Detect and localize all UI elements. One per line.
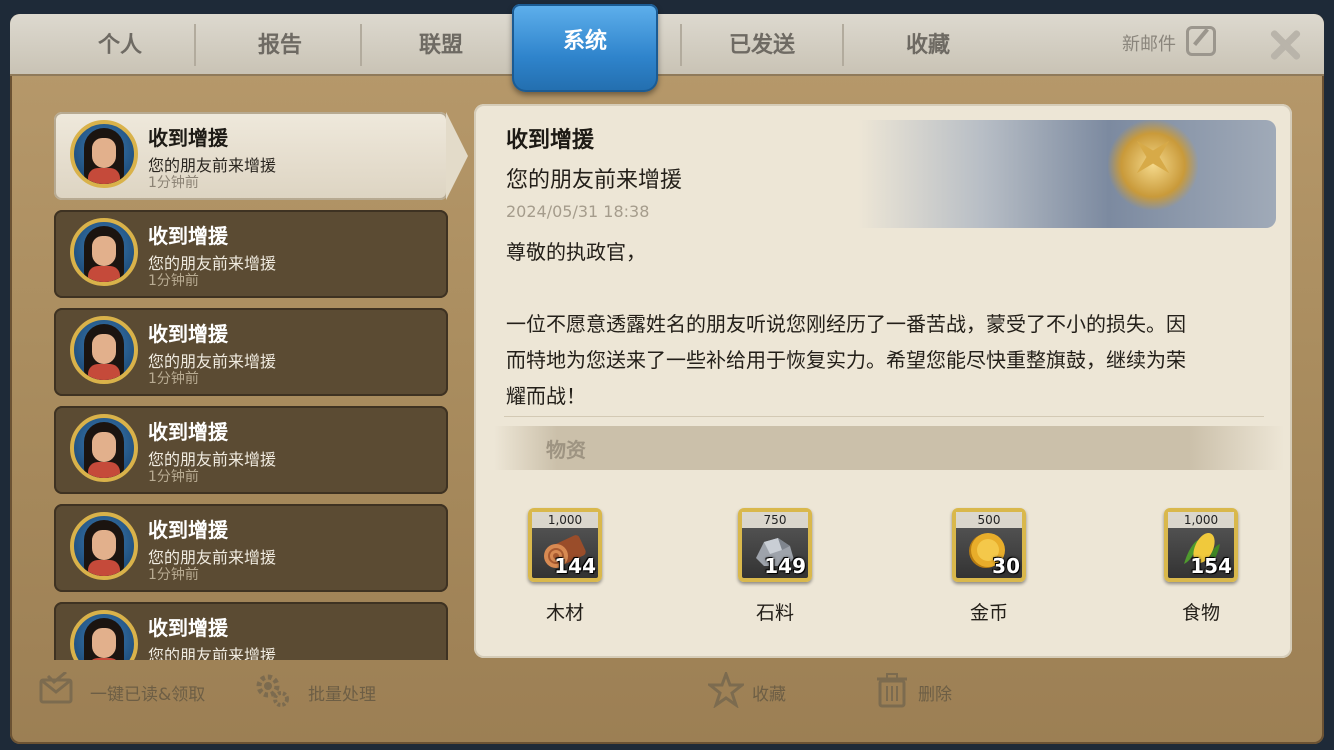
avatar bbox=[70, 610, 138, 660]
resource-cap: 500 bbox=[956, 512, 1022, 528]
resource-name: 金币 bbox=[969, 602, 1008, 624]
avatar bbox=[70, 218, 138, 286]
resource-box[interactable]: 750 149 bbox=[738, 508, 812, 582]
new-mail-label[interactable]: 新邮件 bbox=[1122, 30, 1176, 56]
mail-title: 收到增援 bbox=[148, 322, 228, 346]
mail-list-item[interactable]: 收到增援 您的朋友前来增援 1分钟前 bbox=[54, 406, 448, 494]
mail-title: 收到增援 bbox=[148, 518, 228, 542]
resource-count: 154 bbox=[1190, 554, 1232, 578]
resource-cap: 1,000 bbox=[1168, 512, 1234, 528]
mail-time: 1分钟前 bbox=[148, 371, 199, 387]
mail-title: 收到增援 bbox=[148, 420, 228, 444]
mail-list-item[interactable]: 收到增援 您的朋友前来增援 1分钟前 bbox=[54, 210, 448, 298]
mail-list-item[interactable]: 收到增援 您的朋友前来增援 1分钟前 bbox=[54, 308, 448, 396]
avatar bbox=[70, 316, 138, 384]
trash-icon[interactable] bbox=[874, 672, 910, 708]
mail-subtitle: 您的朋友前来增援 bbox=[148, 646, 277, 660]
resource-box[interactable]: 1,000 144 bbox=[528, 508, 602, 582]
mail-title: 收到增援 bbox=[148, 224, 228, 248]
mail-list-item[interactable]: 收到增援 您的朋友前来增援 1分钟前 bbox=[54, 112, 448, 200]
mail-list[interactable]: 收到增援 您的朋友前来增援 1分钟前 收到增援 您的朋友前来增援 1分钟前 收到… bbox=[54, 108, 470, 660]
resource-box[interactable]: 500 30 bbox=[952, 508, 1026, 582]
avatar bbox=[70, 120, 138, 188]
mail-detail: 收到增援 您的朋友前来增援 2024/05/31 18:38 尊敬的执政官， 一位… bbox=[474, 104, 1292, 658]
section-label: 物资 bbox=[546, 438, 586, 462]
avatar bbox=[70, 512, 138, 580]
divider bbox=[504, 416, 1264, 417]
mail-time: 1分钟前 bbox=[148, 273, 199, 289]
mail-check-icon[interactable] bbox=[38, 672, 74, 708]
tab-favorites[interactable]: 收藏 bbox=[848, 28, 1008, 64]
detail-body: 尊敬的执政官， 一位不愿意透露姓名的朋友听说您刚经历了一番苦战，蒙受了不小的损失。… bbox=[506, 234, 1266, 414]
compass-glow bbox=[1108, 120, 1198, 210]
mail-list-item[interactable]: 收到增援 您的朋友前来增援 bbox=[54, 602, 448, 660]
tab-alliance[interactable]: 联盟 bbox=[366, 28, 516, 64]
mail-list-item[interactable]: 收到增援 您的朋友前来增援 1分钟前 bbox=[54, 504, 448, 592]
tab-report[interactable]: 报告 bbox=[200, 28, 360, 64]
resource-box[interactable]: 1,000 154 bbox=[1164, 508, 1238, 582]
gear-icon[interactable] bbox=[254, 672, 290, 708]
detail-message: 一位不愿意透露姓名的朋友听说您刚经历了一番苦战，蒙受了不小的损失。因 而特地为您… bbox=[506, 312, 1186, 408]
star-icon[interactable] bbox=[708, 672, 744, 708]
detail-title: 收到增援 bbox=[506, 128, 595, 153]
compass-banner-image bbox=[858, 120, 1276, 228]
tab-divider bbox=[842, 24, 844, 66]
favorite-button[interactable]: 收藏 bbox=[752, 680, 786, 705]
resource-food[interactable]: 1,000 154 食物 bbox=[1156, 508, 1246, 625]
compose-icon[interactable] bbox=[1186, 26, 1216, 56]
delete-button[interactable]: 删除 bbox=[918, 680, 952, 705]
resource-cap: 750 bbox=[742, 512, 808, 528]
selected-arrow bbox=[446, 112, 468, 200]
resource-gold[interactable]: 500 30 金币 bbox=[944, 508, 1034, 625]
mail-title: 收到增援 bbox=[148, 616, 228, 640]
mail-title: 收到增援 bbox=[148, 126, 228, 150]
batch-process-button[interactable]: 批量处理 bbox=[308, 680, 376, 705]
detail-subtitle: 您的朋友前来增援 bbox=[506, 168, 683, 193]
section-bar bbox=[494, 426, 1284, 470]
resource-stone[interactable]: 750 149 石料 bbox=[730, 508, 820, 625]
mail-time: 1分钟前 bbox=[148, 567, 199, 583]
avatar bbox=[70, 414, 138, 482]
resource-cap: 1,000 bbox=[532, 512, 598, 528]
mail-time: 1分钟前 bbox=[148, 175, 199, 191]
resource-name: 食物 bbox=[1181, 602, 1220, 624]
detail-greeting: 尊敬的执政官， bbox=[506, 240, 646, 264]
resource-count: 144 bbox=[554, 554, 596, 578]
mail-time: 1分钟前 bbox=[148, 469, 199, 485]
tab-divider bbox=[194, 24, 196, 66]
tab-personal[interactable]: 个人 bbox=[50, 28, 190, 64]
tab-divider bbox=[360, 24, 362, 66]
resource-count: 30 bbox=[992, 554, 1020, 578]
resource-count: 149 bbox=[764, 554, 806, 578]
resource-name: 石料 bbox=[755, 602, 794, 624]
resource-wood[interactable]: 1,000 144 木材 bbox=[520, 508, 610, 625]
resource-name: 木材 bbox=[545, 602, 584, 624]
read-all-claim-button[interactable]: 一键已读&领取 bbox=[90, 680, 205, 705]
tab-sent[interactable]: 已发送 bbox=[682, 28, 842, 64]
close-button[interactable] bbox=[1266, 26, 1304, 64]
tab-system[interactable]: 系统 bbox=[512, 4, 658, 92]
detail-date: 2024/05/31 18:38 bbox=[506, 202, 650, 221]
